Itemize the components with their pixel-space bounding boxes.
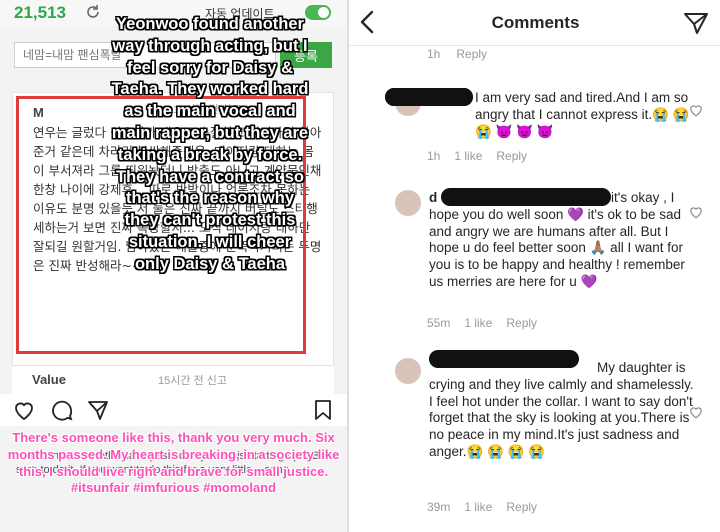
- comment-meta: 55m 1 like Reply: [427, 316, 551, 330]
- translation-overlay: Yeonwoo found another way through acting…: [111, 15, 309, 273]
- second-comment-header: Value 15시간 전 신고: [12, 366, 334, 394]
- second-comment-meta: 15시간 전 신고: [158, 375, 227, 387]
- heart-icon[interactable]: [689, 104, 703, 117]
- comment-icon[interactable]: [50, 398, 74, 422]
- page-title: Comments: [491, 13, 580, 32]
- like-count[interactable]: 1 like: [464, 316, 492, 330]
- heart-icon[interactable]: [689, 206, 703, 219]
- comment-text: My daughter is crying and they live calm…: [429, 360, 694, 459]
- visitor-count: 21,513: [14, 3, 66, 22]
- bookmark-icon[interactable]: [311, 398, 335, 422]
- second-comment-author: Value: [32, 372, 66, 387]
- comment-text: I am very sad and tired.And I am so angr…: [475, 90, 690, 139]
- refresh-icon[interactable]: [84, 3, 102, 21]
- heart-icon[interactable]: [12, 398, 36, 422]
- reply-link[interactable]: Reply: [506, 316, 537, 330]
- avatar[interactable]: [395, 190, 421, 216]
- comment-author[interactable]: d: [429, 190, 437, 205]
- like-count[interactable]: 1 like: [454, 149, 482, 163]
- pink-caption-overlay: There's someone like this, thank you ver…: [7, 430, 340, 496]
- previous-comment-meta: 1h Reply: [427, 47, 503, 61]
- heart-icon[interactable]: [689, 406, 703, 419]
- comment-time: 1h: [427, 47, 441, 61]
- comment-time: 55m: [427, 316, 451, 330]
- like-count[interactable]: 1 like: [464, 500, 492, 514]
- reply-link[interactable]: Reply: [506, 500, 537, 514]
- direct-send-icon[interactable]: [683, 11, 709, 35]
- comment-meta: 1h 1 like Reply: [427, 149, 541, 163]
- reply-link[interactable]: Reply: [456, 47, 487, 61]
- comment-time: 39m: [427, 500, 451, 514]
- instagram-comments-panel: Comments 1h Reply I am very sad and tired…: [347, 0, 720, 532]
- comment-meta: 39m 1 like Reply: [427, 500, 551, 514]
- avatar[interactable]: [395, 358, 421, 384]
- comment-text: d it's okay , I hope you do well soon 💜 …: [429, 188, 685, 289]
- left-screenshot-panel: 21,513 자동 업데이트 등록 M 14시간 전 신고 연우는 글렀다 싶으…: [0, 0, 347, 532]
- share-icon[interactable]: [86, 398, 110, 422]
- post-action-row: [0, 394, 347, 426]
- comments-header: Comments: [349, 0, 720, 46]
- comment-time: 1h: [427, 149, 441, 163]
- reply-link[interactable]: Reply: [496, 149, 527, 163]
- redaction-bar: [441, 188, 611, 206]
